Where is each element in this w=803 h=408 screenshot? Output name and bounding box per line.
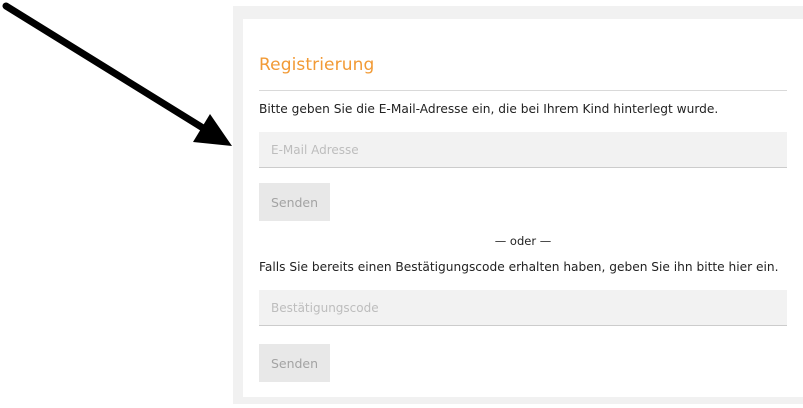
or-separator: — oder — [494,234,552,248]
send-email-button[interactable]: Senden [259,183,330,221]
title-divider [259,90,787,91]
send-code-button[interactable]: Senden [259,344,330,382]
email-field[interactable] [259,132,787,168]
page-title: Registrierung [259,55,375,75]
arrow-pointer-icon [2,2,232,146]
registration-card: Registrierung Bitte geben Sie die E-Mail… [243,19,803,397]
confirmation-code-field[interactable] [259,290,787,326]
code-instruction: Falls Sie bereits einen Bestätigungscode… [259,260,779,274]
screenshot-stage: Registrierung Bitte geben Sie die E-Mail… [0,0,803,408]
form-panel: Registrierung Bitte geben Sie die E-Mail… [233,6,803,404]
email-instruction: Bitte geben Sie die E-Mail-Adresse ein, … [259,102,719,116]
